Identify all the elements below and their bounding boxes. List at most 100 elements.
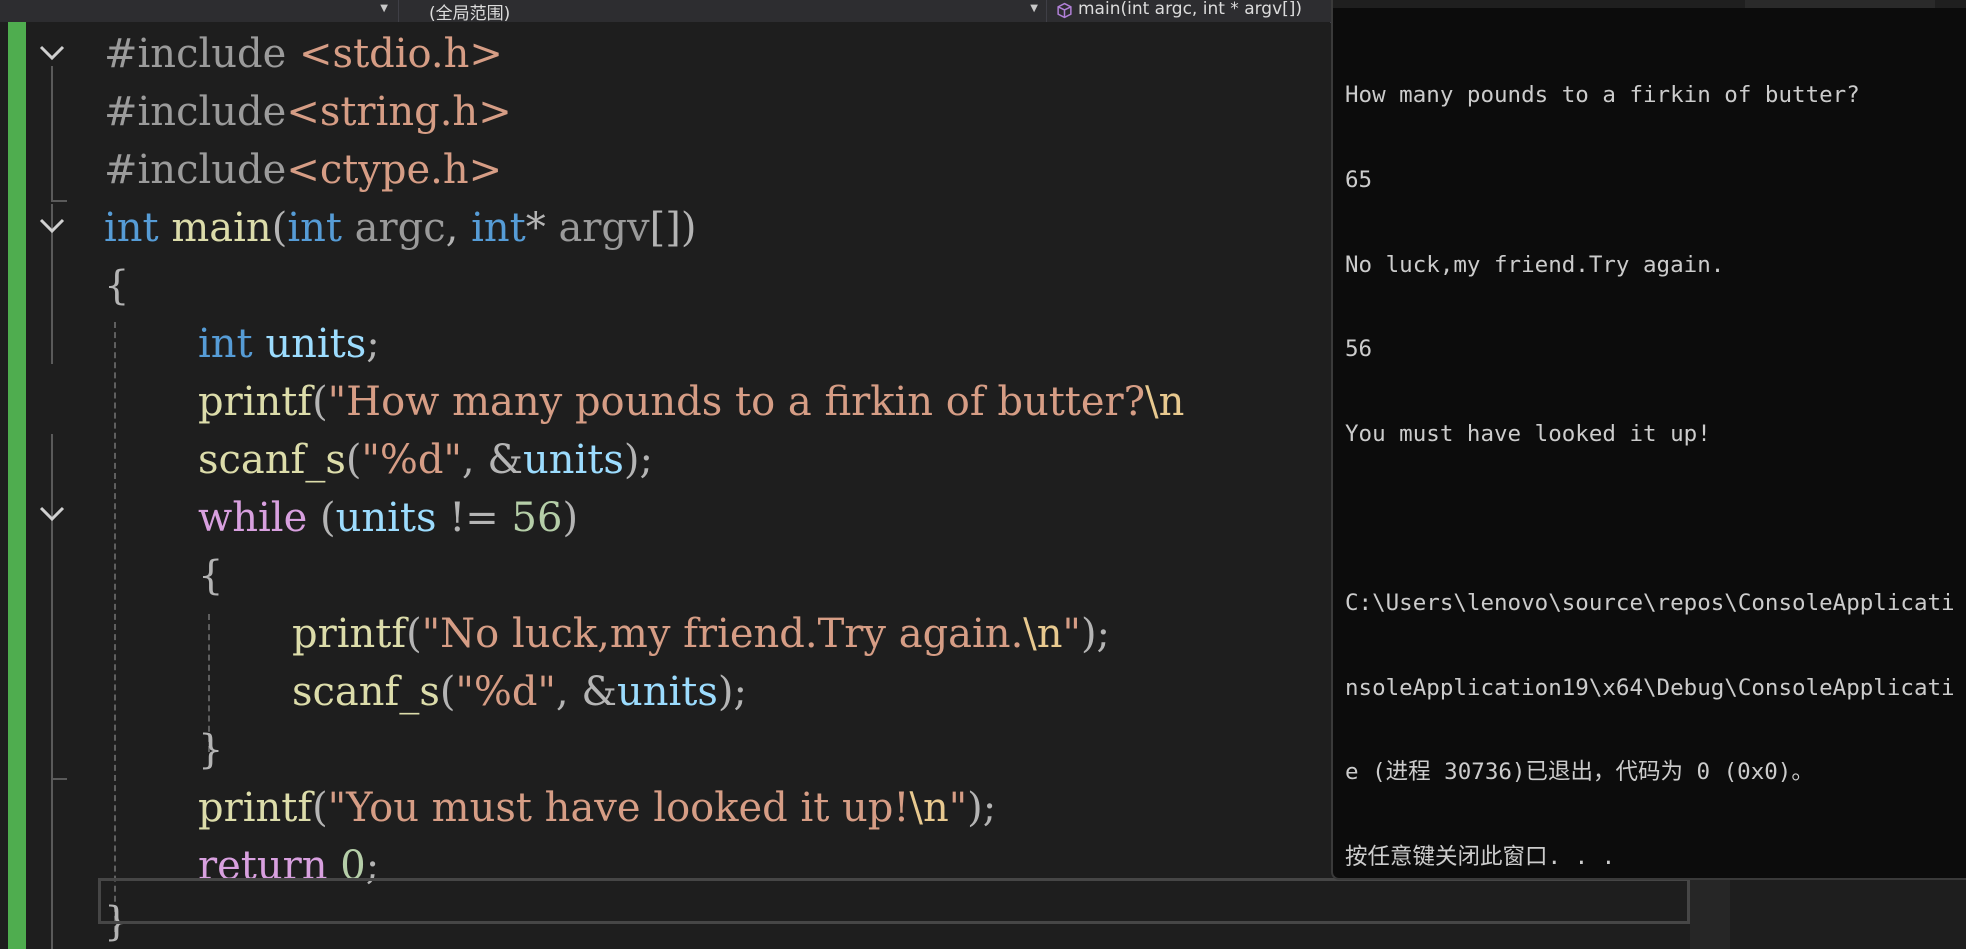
console-tab-mark — [1745, 0, 1935, 8]
variable: units — [616, 669, 718, 715]
code-line-12: scanf_s("%d", &units); — [292, 663, 747, 721]
string-literal: " — [948, 785, 968, 831]
scope-label: (全局范围) — [429, 4, 511, 24]
code-line-5: { — [104, 257, 129, 315]
variable: units — [522, 437, 624, 483]
collapse-chevron-icon[interactable] — [38, 212, 66, 240]
function-name: scanf_s — [292, 669, 440, 715]
punctuation: ( — [307, 495, 336, 541]
console-output: How many pounds to a firkin of butter? 6… — [1345, 25, 1955, 878]
punctuation: , & — [555, 669, 617, 715]
console-line: C:\Users\lenovo\source\repos\ConsoleAppl… — [1345, 589, 1955, 616]
string-literal: "No luck,my friend.Try again. — [421, 611, 1024, 657]
fold-end-mark — [51, 778, 67, 780]
function-name: main — [171, 205, 272, 251]
punctuation: ( — [345, 437, 362, 483]
indent-guide — [114, 322, 116, 932]
fold-end-mark — [51, 200, 67, 202]
variable: units — [265, 321, 367, 367]
function-name: scanf_s — [198, 437, 346, 483]
code-line-3: #include<ctype.h> — [104, 141, 502, 199]
navbar-divider — [398, 0, 399, 22]
function-label: main(int argc, int * argv[]) — [1078, 0, 1303, 19]
punctuation: []) — [649, 205, 697, 251]
punctuation: ; — [366, 321, 380, 367]
punctuation: ) — [562, 495, 579, 541]
parameter: argc — [354, 205, 446, 251]
variable: units — [335, 495, 437, 541]
console-title-strip — [1333, 0, 1966, 8]
operator: != — [436, 495, 512, 541]
brace: { — [198, 553, 224, 599]
code-line-6: int units; — [198, 315, 380, 373]
brace: } — [198, 727, 224, 773]
punctuation: ( — [312, 379, 328, 425]
code-line-14: printf("You must have looked it up!\n"); — [198, 779, 996, 837]
code-line-2: #include<string.h> — [104, 83, 512, 141]
console-line: 按任意键关闭此窗口. . . — [1345, 843, 1616, 870]
code-line-10: { — [198, 547, 223, 605]
code-line-1: #include <stdio.h> — [104, 25, 503, 83]
fold-rail — [51, 66, 53, 202]
current-line-highlight — [98, 878, 1690, 924]
console-line: e (进程 30736)已退出，代码为 0 (0x0)。 — [1345, 759, 1814, 786]
punctuation: ( — [439, 669, 456, 715]
escape-sequence: \n — [1023, 611, 1063, 657]
cube-icon — [1057, 2, 1072, 19]
punctuation: ); — [1080, 611, 1111, 657]
console-line: How many pounds to a firkin of butter? — [1345, 82, 1860, 109]
punctuation: ); — [623, 437, 653, 483]
include-header: <stdio.h> — [299, 31, 503, 77]
string-literal: "How many pounds to a firkin of butter? — [327, 379, 1146, 425]
function-name: printf — [198, 379, 313, 425]
collapse-chevron-icon[interactable] — [38, 39, 66, 67]
punctuation: , — [445, 205, 459, 251]
console-line: No luck,my friend.Try again. — [1345, 251, 1725, 278]
function-name: printf — [198, 785, 313, 831]
console-line: You must have looked it up! — [1345, 420, 1711, 447]
string-literal: "%d" — [361, 437, 462, 483]
preprocessor-directive: #include — [104, 31, 287, 77]
number-literal: 56 — [511, 495, 563, 541]
chevron-down-icon: ▼ — [1030, 3, 1038, 14]
keyword: int — [287, 205, 342, 251]
punctuation: ); — [717, 669, 747, 715]
function-name: printf — [292, 611, 407, 657]
code-line-4: int main(int argc, int* argv[]) — [104, 199, 696, 257]
keyword: int — [471, 205, 526, 251]
code-line-11: printf("No luck,my friend.Try again.\n")… — [292, 605, 1110, 663]
string-literal: "%d" — [455, 669, 556, 715]
escape-sequence: \n — [909, 785, 949, 831]
string-literal: "You must have looked it up! — [327, 785, 910, 831]
console-line: 56 — [1345, 336, 1373, 363]
code-line-9: while (units != 56) — [198, 489, 578, 547]
punctuation: , & — [461, 437, 523, 483]
parameter: argv — [558, 205, 650, 251]
collapse-chevron-icon[interactable] — [38, 500, 66, 528]
string-literal: " — [1062, 611, 1081, 657]
change-tracking-bar — [8, 22, 26, 949]
include-header: <string.h> — [286, 89, 512, 135]
preprocessor-directive: #include — [104, 147, 287, 193]
console-line: nsoleApplication19\x64\Debug\ConsoleAppl… — [1345, 674, 1955, 701]
punctuation: ( — [271, 205, 288, 251]
escape-sequence: \n — [1145, 379, 1185, 425]
code-line-7: printf("How many pounds to a firkin of b… — [198, 373, 1184, 431]
control-keyword: while — [198, 495, 308, 541]
scope-dropdown[interactable]: (全局范围) ▼ — [404, 0, 1042, 24]
punctuation: ); — [967, 785, 997, 831]
punctuation: ( — [312, 785, 328, 831]
debug-console-window[interactable]: How many pounds to a firkin of butter? 6… — [1331, 0, 1966, 880]
chevron-down-icon: ▼ — [380, 3, 388, 14]
brace: { — [104, 263, 130, 309]
punctuation: ( — [406, 611, 422, 657]
navbar-divider — [1046, 0, 1047, 22]
code-editor[interactable]: #include <stdio.h> #include<string.h> #i… — [0, 22, 1330, 949]
project-dropdown[interactable]: ▼ — [0, 0, 392, 22]
code-line-8: scanf_s("%d", &units); — [198, 431, 653, 489]
preprocessor-directive: #include — [104, 89, 287, 135]
keyword: int — [198, 321, 253, 367]
code-line-13: } — [198, 721, 223, 779]
function-dropdown[interactable]: main(int argc, int * argv[]) — [1052, 0, 1342, 22]
punctuation: * — [525, 205, 546, 251]
